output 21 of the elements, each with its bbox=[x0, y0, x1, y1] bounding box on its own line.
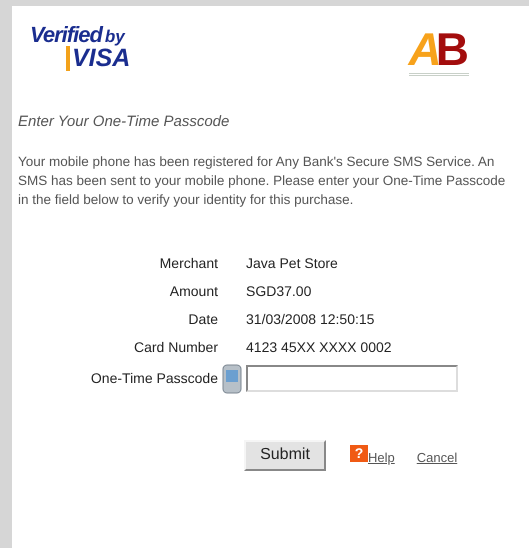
verified-logo-text: by bbox=[104, 28, 125, 45]
verified-logo-text: Verified bbox=[30, 24, 102, 46]
cancel-link[interactable]: Cancel bbox=[416, 448, 458, 468]
detail-value: 4123 45XX XXXX 0002 bbox=[246, 338, 392, 356]
instruction-text: Your mobile phone has been registered for Any Bank's Secure SMS Service. An SMS has been sent to your mobile phone. Please enter your One-Time Passcode in the field below to verify your identity for this purchase. bbox=[18, 152, 506, 208]
detail-value: 31/03/2008 12:50:15 bbox=[246, 310, 374, 328]
detail-label: Card Number bbox=[132, 338, 218, 356]
detail-label: Amount bbox=[168, 282, 218, 300]
detail-value: Java Pet Store bbox=[246, 254, 338, 272]
phone-icon bbox=[220, 364, 244, 394]
visa-logo: VISA bbox=[66, 46, 130, 71]
field-label: One-Time Passcode bbox=[90, 369, 218, 388]
submit-button[interactable]: Submit bbox=[244, 440, 326, 470]
help-icon: ? bbox=[350, 444, 368, 462]
passcode-field[interactable] bbox=[246, 365, 458, 392]
help-link[interactable]: Help bbox=[368, 448, 395, 468]
bank-logo: AB bbox=[408, 26, 469, 76]
detail-label: Merchant bbox=[158, 254, 218, 272]
detail-value: SGD37.00 bbox=[246, 282, 312, 300]
detail-label: Date bbox=[187, 310, 218, 328]
page-heading: Enter Your One-Time Passcode bbox=[18, 112, 230, 132]
